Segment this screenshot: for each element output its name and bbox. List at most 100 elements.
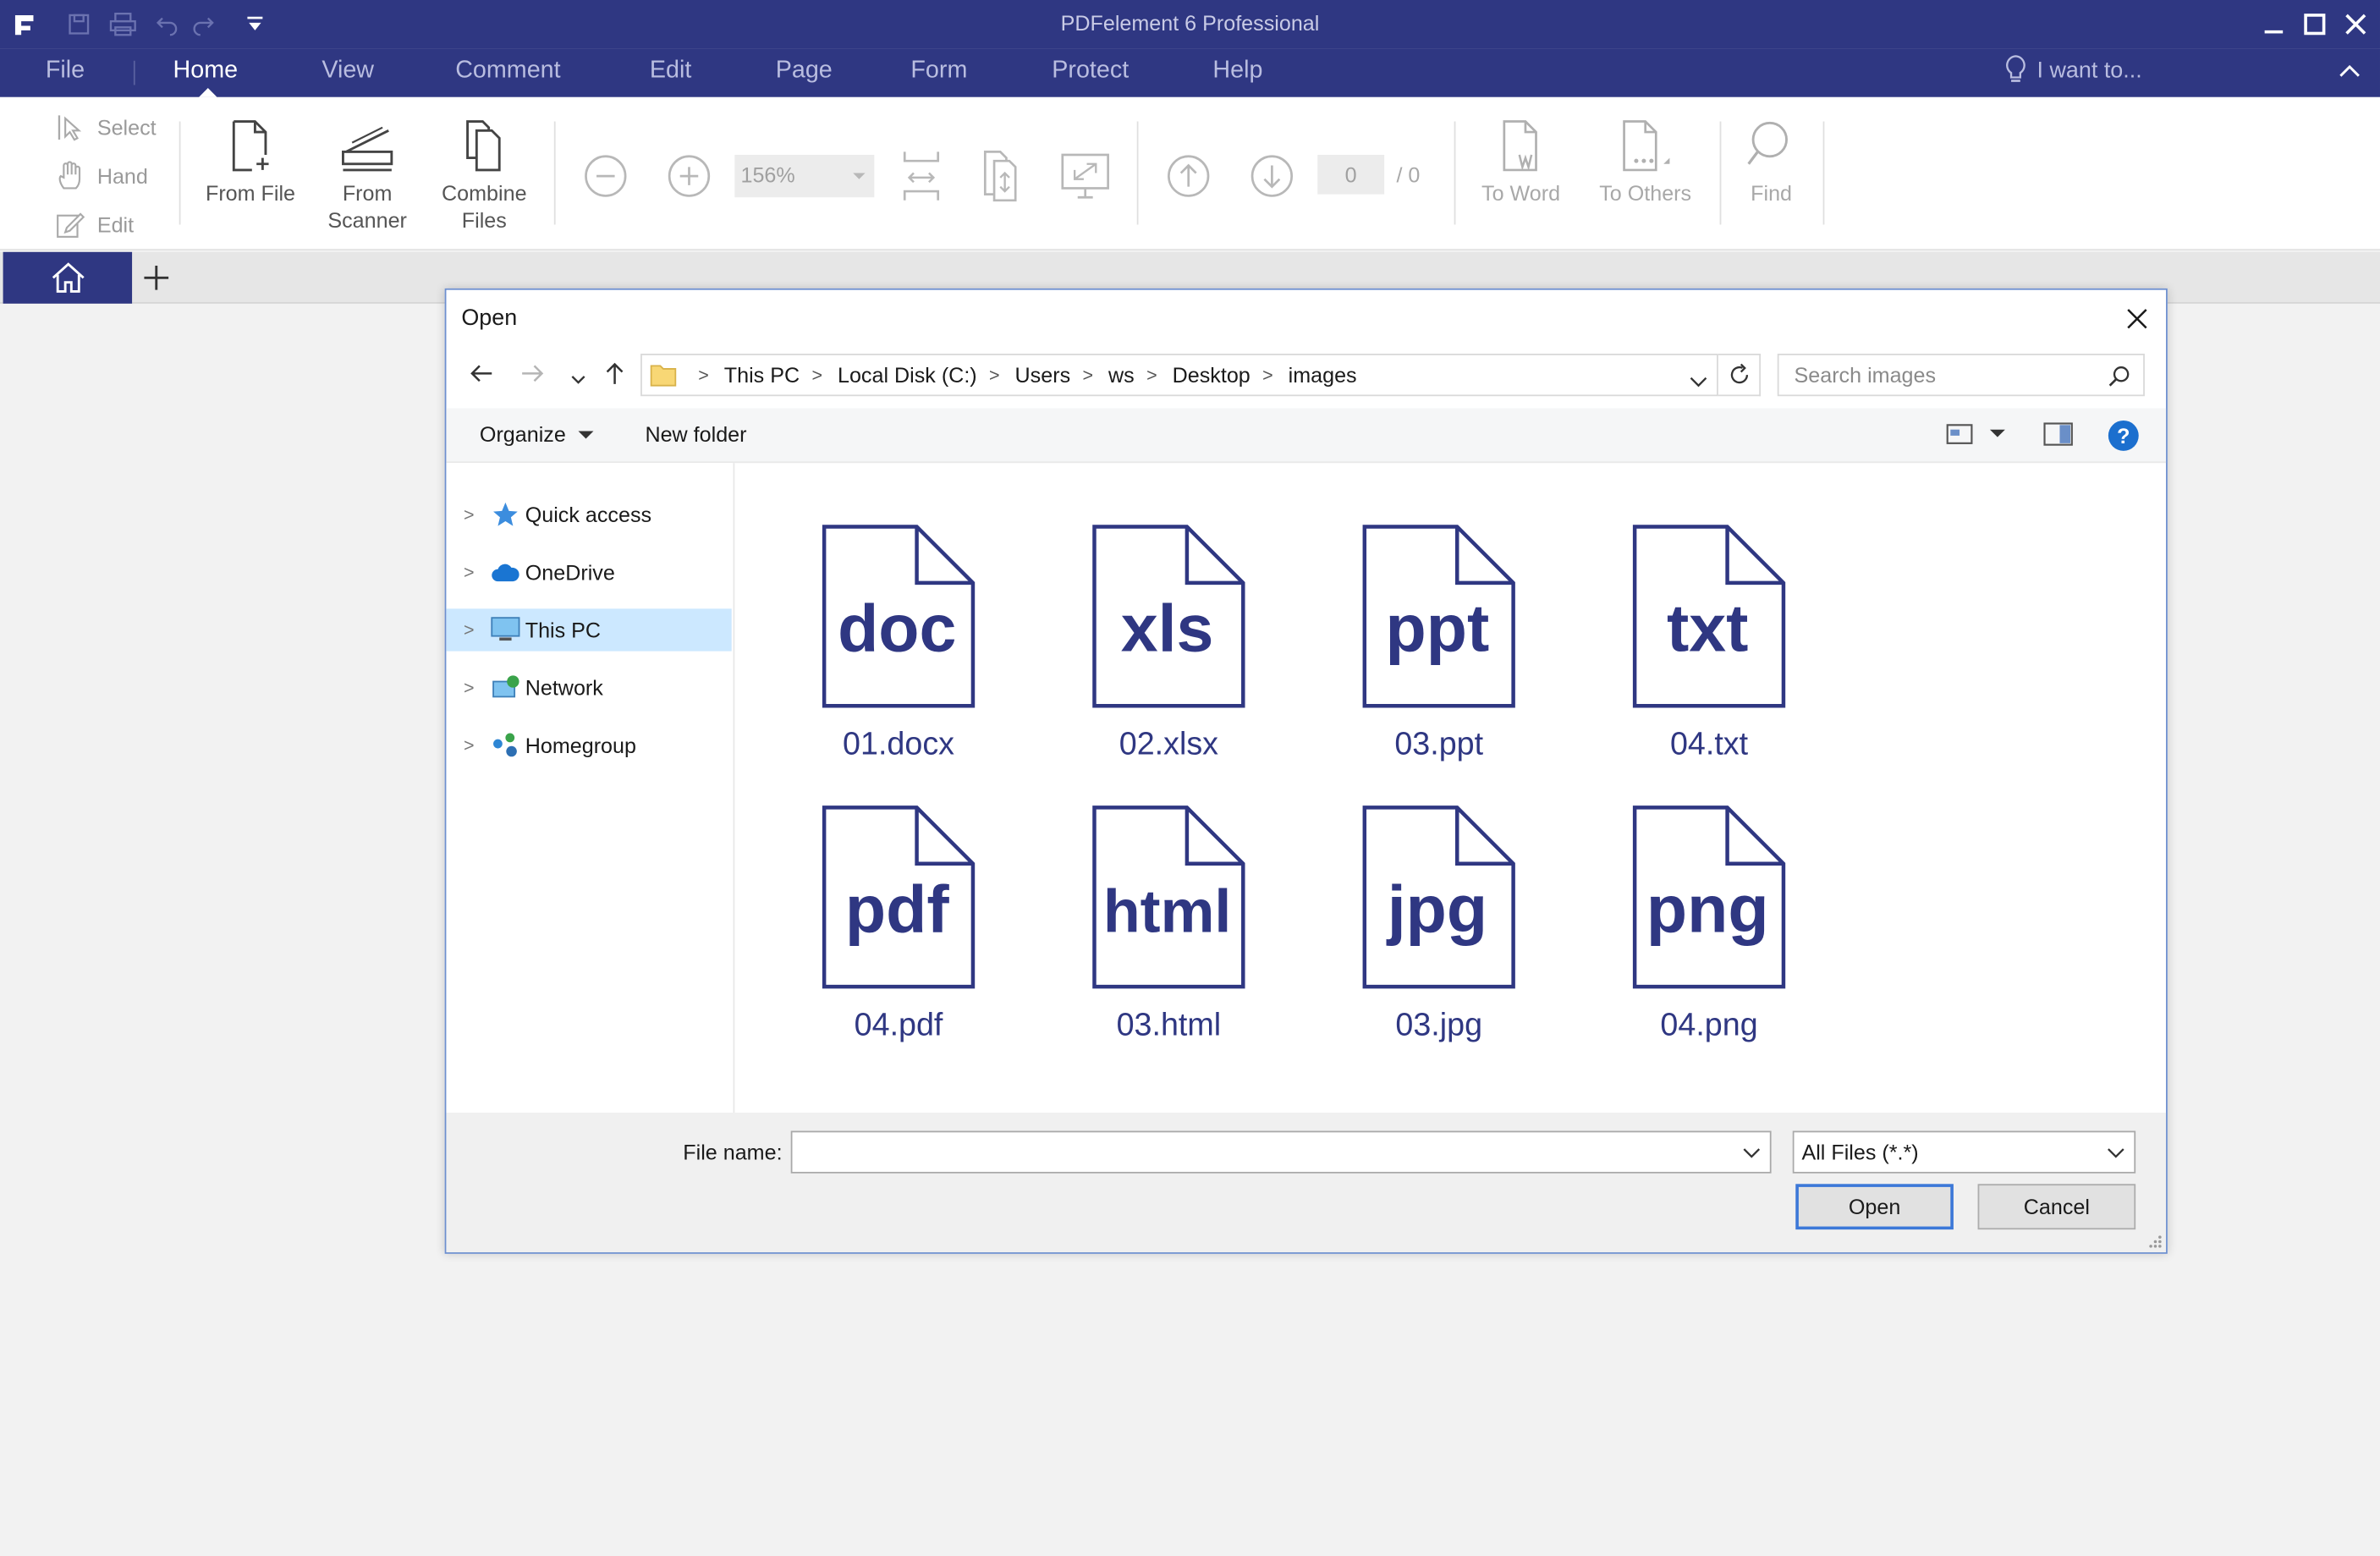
file-type-value: All Files (*.*) — [1801, 1140, 1919, 1164]
minimize-button[interactable] — [2256, 6, 2292, 42]
recent-locations-button[interactable] — [571, 366, 586, 393]
from-scanner-button[interactable]: From Scanner — [314, 118, 420, 234]
nav-item-network[interactable]: > Network — [446, 667, 731, 709]
file-ext-label: pdf — [845, 872, 949, 947]
zoom-in-icon[interactable] — [667, 153, 712, 206]
breadcrumb-users[interactable]: Users — [1015, 363, 1071, 388]
menu-form[interactable]: Form — [910, 58, 967, 85]
nav-item-onedrive[interactable]: > OneDrive — [446, 551, 731, 593]
file-item-doc[interactable]: doc 01.docx — [807, 524, 989, 763]
address-history-dropdown[interactable] — [1690, 369, 1708, 393]
from-file-label: From File — [205, 180, 296, 206]
cancel-button[interactable]: Cancel — [1977, 1184, 2136, 1230]
file-item-html[interactable]: html 03.html — [1078, 805, 1260, 1044]
nav-label: Quick access — [525, 502, 652, 527]
file-item-pdf[interactable]: pdf 04.pdf — [807, 805, 989, 1044]
chevron-down-icon — [571, 376, 585, 384]
home-tab[interactable] — [3, 251, 133, 304]
from-file-button[interactable]: From File — [197, 118, 304, 206]
file-item-txt[interactable]: txt 04.txt — [1618, 524, 1800, 763]
open-button[interactable]: Open — [1795, 1184, 1954, 1230]
menu-file[interactable]: File — [46, 58, 85, 85]
nav-item-this-pc[interactable]: > This PC — [446, 608, 732, 652]
find-button[interactable]: Find — [1734, 118, 1810, 206]
select-tool[interactable]: Select — [55, 113, 157, 143]
file-item-ppt[interactable]: ppt 03.ppt — [1348, 524, 1530, 763]
change-view-button[interactable] — [1946, 422, 1973, 454]
file-ext-label: doc — [838, 591, 956, 666]
new-folder-button[interactable]: New folder — [645, 422, 746, 447]
full-screen-icon[interactable] — [1059, 151, 1111, 207]
edit-tool[interactable]: Edit — [55, 210, 134, 240]
preview-pane-button[interactable] — [2043, 422, 2074, 454]
new-file-icon — [232, 120, 269, 172]
active-tab-indicator — [199, 88, 217, 97]
menu-comment[interactable]: Comment — [455, 58, 560, 85]
file-item-jpg[interactable]: jpg 03.jpg — [1348, 805, 1530, 1044]
svg-text:?: ? — [2117, 425, 2130, 448]
search-input[interactable]: Search images — [1777, 354, 2145, 397]
nav-item-quick-access[interactable]: > Quick access — [446, 493, 731, 536]
organize-button[interactable]: Organize — [480, 422, 594, 446]
zoom-select[interactable]: 156% — [734, 154, 875, 198]
ribbon-divider — [1454, 121, 1456, 225]
chevron-down-icon — [578, 430, 594, 438]
menu-help[interactable]: Help — [1212, 58, 1262, 85]
other-formats-icon — [1623, 120, 1670, 172]
arrow-up-icon — [606, 362, 624, 384]
file-ext-label: jpg — [1386, 872, 1487, 947]
preview-pane-icon — [2043, 422, 2073, 446]
back-button[interactable] — [468, 360, 495, 394]
txt-file-icon: txt — [1632, 525, 1786, 708]
menu-edit[interactable]: Edit — [650, 58, 691, 85]
to-others-button[interactable]: To Others — [1585, 118, 1707, 206]
resize-grip-icon[interactable] — [2148, 1234, 2163, 1250]
breadcrumb-local-disk[interactable]: Local Disk (C:) — [838, 363, 977, 388]
hand-tool[interactable]: Hand — [55, 161, 148, 191]
fit-page-icon[interactable] — [979, 149, 1031, 212]
file-type-select[interactable]: All Files (*.*) — [1792, 1130, 2136, 1174]
file-item-png[interactable]: png 04.png — [1618, 805, 1800, 1044]
view-options-icon — [1946, 424, 1973, 444]
i-want-to-button[interactable]: I want to... — [2003, 55, 2142, 85]
file-name: 04.txt — [1669, 727, 1749, 762]
refresh-button[interactable] — [1718, 354, 1762, 397]
previous-page-icon[interactable] — [1166, 153, 1212, 206]
open-dialog: Open > This PC > Local Disk (C:) > Users — [444, 288, 2168, 1254]
file-name-input[interactable] — [790, 1130, 1772, 1174]
expand-icon[interactable]: > — [446, 619, 486, 641]
expand-icon[interactable]: > — [446, 734, 486, 756]
expand-icon[interactable]: > — [446, 562, 486, 583]
menu-home[interactable]: Home — [173, 58, 239, 85]
help-button[interactable]: ? — [2107, 419, 2140, 459]
next-page-icon[interactable] — [1249, 153, 1294, 206]
view-menu-dropdown[interactable] — [1989, 429, 2005, 437]
address-bar[interactable]: > This PC > Local Disk (C:) > Users > ws… — [640, 354, 1718, 397]
file-item-xls[interactable]: xls 02.xlsx — [1078, 524, 1260, 763]
from-scanner-label-2: Scanner — [327, 207, 407, 233]
nav-item-homegroup[interactable]: > Homegroup — [446, 724, 731, 767]
up-button[interactable] — [601, 360, 628, 394]
fit-width-icon[interactable] — [895, 149, 947, 212]
breadcrumb-ws[interactable]: ws — [1108, 363, 1135, 388]
page-number-input[interactable]: 0 — [1317, 154, 1385, 195]
dialog-close-button[interactable] — [2120, 302, 2153, 335]
breadcrumb-this-pc[interactable]: This PC — [724, 363, 800, 388]
zoom-out-icon[interactable] — [583, 153, 629, 206]
maximize-button[interactable] — [2296, 6, 2333, 42]
expand-icon[interactable]: > — [446, 677, 486, 698]
expand-icon[interactable]: > — [446, 504, 486, 525]
doc-file-icon: doc — [822, 525, 976, 708]
breadcrumb-desktop[interactable]: Desktop — [1173, 363, 1250, 388]
menu-view[interactable]: View — [322, 58, 374, 85]
to-word-button[interactable]: To Word — [1470, 118, 1573, 206]
menu-page[interactable]: Page — [776, 58, 833, 85]
close-window-button[interactable] — [2338, 6, 2374, 42]
collapse-ribbon-icon[interactable] — [2338, 61, 2362, 88]
forward-button[interactable] — [519, 360, 547, 394]
combine-files-button[interactable]: Combine Files — [430, 118, 539, 234]
ribbon-divider — [1136, 121, 1139, 225]
menu-protect[interactable]: Protect — [1052, 58, 1129, 85]
breadcrumb-images[interactable]: images — [1289, 363, 1357, 388]
add-tab-button[interactable] — [140, 258, 173, 298]
